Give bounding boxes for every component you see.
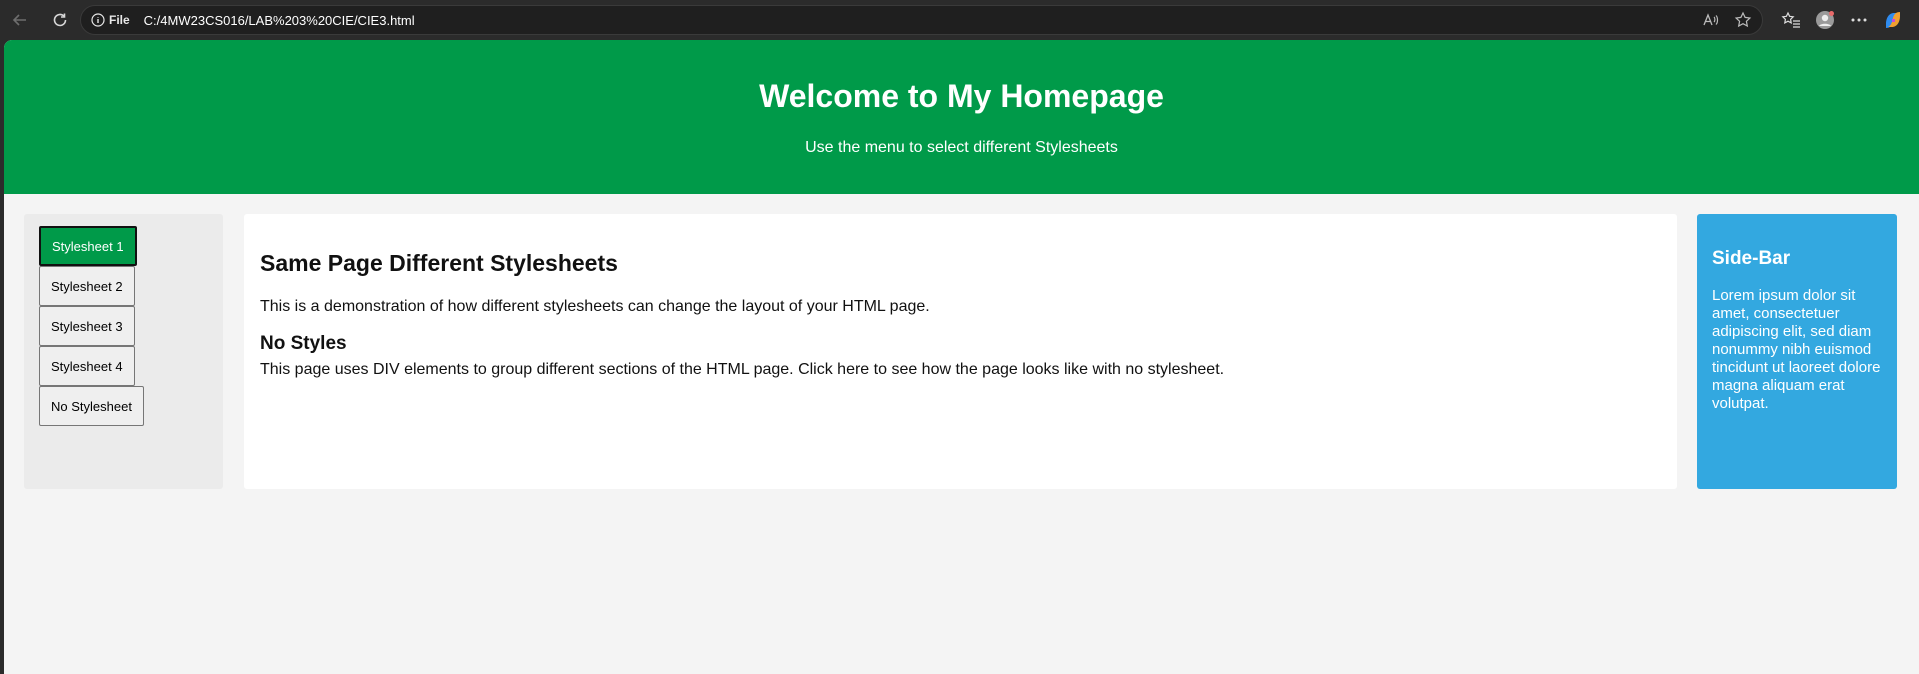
url-text[interactable]: C:/4MW23CS016/LAB%203%20CIE/CIE3.html xyxy=(144,13,415,28)
profile-avatar-icon[interactable] xyxy=(1815,10,1835,30)
copilot-icon[interactable] xyxy=(1883,10,1903,30)
sidebar-title: Side-Bar xyxy=(1712,248,1791,269)
favorites-list-icon[interactable] xyxy=(1781,10,1801,30)
sidebar-text: Lorem ipsum dolor sit amet, consectetuer… xyxy=(1712,287,1881,412)
side-bar: Side-Bar Lorem ipsum dolor sit amet, con… xyxy=(1697,214,1897,489)
back-button[interactable] xyxy=(0,0,40,40)
page-subtitle: Use the menu to select different Stylesh… xyxy=(805,139,1118,156)
no-styles-heading: No Styles xyxy=(260,333,347,354)
stylesheet-2-button[interactable]: Stylesheet 2 xyxy=(39,266,135,306)
main-heading: Same Page Different Stylesheets xyxy=(260,250,618,276)
read-aloud-icon[interactable] xyxy=(1702,11,1720,29)
page-header: Welcome to My Homepage Use the menu to s… xyxy=(4,40,1919,194)
stylesheet-1-button[interactable]: Stylesheet 1 xyxy=(39,226,137,266)
intro-paragraph: This is a demonstration of how different… xyxy=(260,298,930,315)
browser-toolbar: File C:/4MW23CS016/LAB%203%20CIE/CIE3.ht… xyxy=(0,0,1919,40)
info-icon xyxy=(91,13,105,27)
address-bar[interactable]: File C:/4MW23CS016/LAB%203%20CIE/CIE3.ht… xyxy=(80,5,1763,35)
stylesheet-3-button[interactable]: Stylesheet 3 xyxy=(39,306,135,346)
stylesheet-4-button[interactable]: Stylesheet 4 xyxy=(39,346,135,386)
refresh-icon xyxy=(53,13,67,27)
favorite-star-icon[interactable] xyxy=(1734,11,1752,29)
page-title: Welcome to My Homepage xyxy=(759,78,1164,114)
back-arrow-icon xyxy=(12,14,26,26)
refresh-button[interactable] xyxy=(40,0,80,40)
site-info-button[interactable]: File xyxy=(91,13,130,27)
file-label: File xyxy=(109,13,130,27)
no-stylesheet-button[interactable]: No Stylesheet xyxy=(39,386,144,426)
main-content: Same Page Different Stylesheets This is … xyxy=(244,214,1677,489)
page-viewport: Welcome to My Homepage Use the menu to s… xyxy=(4,40,1919,674)
body-paragraph: This page uses DIV elements to group dif… xyxy=(260,361,1225,378)
more-options-icon[interactable] xyxy=(1849,10,1869,30)
stylesheet-menu: Stylesheet 1 Stylesheet 2 Stylesheet 3 S… xyxy=(24,214,223,489)
